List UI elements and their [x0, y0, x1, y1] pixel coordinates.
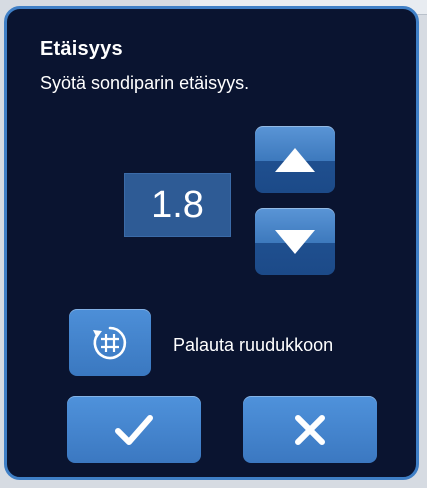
dialog-subtitle: Syötä sondiparin etäisyys.	[40, 73, 250, 93]
confirm-button[interactable]	[67, 396, 201, 463]
distance-value: 1.8	[151, 183, 204, 226]
cancel-button[interactable]	[243, 396, 377, 463]
triangle-up-icon	[272, 145, 318, 175]
grid-reset-icon	[90, 323, 130, 363]
decrease-button[interactable]	[255, 208, 335, 275]
reset-grid-label: Palauta ruudukkoon	[173, 335, 334, 355]
increase-button[interactable]	[255, 126, 335, 193]
dialog-title: Etäisyys	[40, 38, 123, 60]
triangle-down-icon	[272, 227, 318, 257]
distance-value-field[interactable]: 1.8	[124, 173, 231, 237]
close-x-icon	[293, 413, 327, 447]
reset-grid-button[interactable]	[69, 309, 151, 376]
checkmark-icon	[114, 413, 154, 447]
distance-dialog: Etäisyys Syötä sondiparin etäisyys. 1.8	[4, 6, 419, 480]
